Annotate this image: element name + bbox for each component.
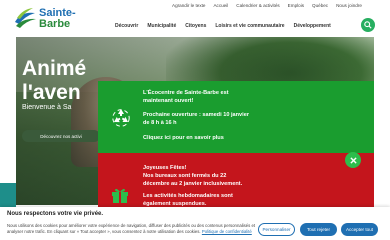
main-nav: Découvrir Municipalité Citoyens Loisirs … (115, 23, 340, 29)
cookie-description: Nous utilisons des cookies pour améliore… (7, 223, 256, 234)
nav-item-development[interactable]: Développement (294, 23, 331, 29)
nav-item-leisure[interactable]: Loisirs et vie communautaire (215, 23, 284, 29)
logo-wave-icon (15, 8, 36, 28)
site-header: Sainte- Barbe Agrandir le texte Accueil C… (0, 0, 390, 36)
holiday-closure-text: Nos bureaux sont fermés du 22 décembre a… (143, 173, 243, 187)
hero-title: Animé l'aven (22, 57, 87, 104)
utility-link-quebec[interactable]: Québec (312, 3, 328, 8)
utility-link-contact[interactable]: Nous joindre (336, 3, 362, 8)
recycle-icon (112, 109, 130, 127)
ecocentre-more-link[interactable]: Cliquez ici pour en savoir plus (143, 134, 224, 142)
nav-item-municipality[interactable]: Municipalité (147, 23, 176, 29)
logo-text-line2: Barbe (39, 18, 71, 30)
utility-links: Agrandir le texte Accueil Calendrier & a… (172, 3, 370, 8)
cookie-title: Nous respectons votre vie privée. (7, 211, 104, 217)
cookie-reject-button[interactable]: Tout rejeter (300, 223, 337, 236)
cookie-customize-button[interactable]: Personnaliser (258, 223, 295, 236)
utility-link-home[interactable]: Accueil (213, 3, 228, 8)
close-icon (349, 156, 357, 164)
cookie-accept-button[interactable]: Accepter tout (341, 223, 378, 236)
utility-link-jobs[interactable]: Emplois (288, 3, 304, 8)
nav-item-citizens[interactable]: Citoyens (185, 23, 206, 29)
close-notice-button[interactable] (345, 152, 361, 168)
utility-link-text-size[interactable]: Agrandir le texte (172, 3, 205, 8)
gift-icon (112, 188, 128, 203)
search-button[interactable] (361, 18, 375, 32)
hero-cta-button[interactable]: Découvrez nos activi (22, 130, 100, 142)
ecocentre-title: L'Écocentre de Sainte-Barbe est maintena… (143, 90, 229, 104)
ecocentre-next-opening: Prochaine ouverture : samedi 10 janvier … (143, 112, 250, 126)
cookie-banner: Nous respectons votre vie privée. Nous u… (0, 207, 390, 240)
holiday-activities-text: Les activités hebdomadaires sont égaleme… (143, 193, 233, 207)
side-strip (0, 183, 16, 207)
holiday-title: Joyeuses Fêtes! (143, 165, 187, 171)
search-icon (364, 21, 372, 29)
nav-item-discover[interactable]: Découvrir (115, 23, 138, 29)
hero-subtitle: Bienvenue à Sa (22, 104, 72, 111)
ecocentre-notice: L'Écocentre de Sainte-Barbe est maintena… (98, 81, 374, 153)
utility-link-calendar[interactable]: Calendrier & activités (236, 3, 279, 8)
site-logo[interactable]: Sainte- Barbe (13, 5, 76, 31)
privacy-policy-link[interactable]: Politique de confidentialité (202, 229, 252, 234)
